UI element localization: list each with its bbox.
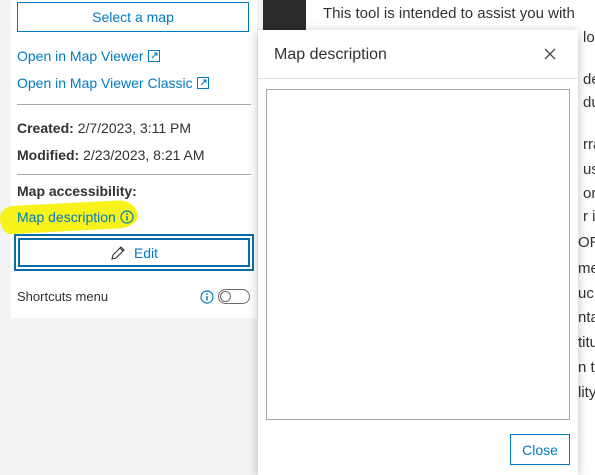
background-text-fragment: n t — [578, 359, 595, 376]
created-label: Created: — [17, 120, 74, 136]
open-map-viewer-classic-label: Open in Map Viewer Classic — [17, 75, 193, 91]
background-text-fragment: me — [578, 260, 595, 277]
info-icon[interactable] — [200, 290, 214, 304]
created-row: Created: 2/7/2023, 3:11 PM — [17, 120, 191, 136]
map-description-link[interactable]: Map description — [17, 209, 134, 225]
map-description-label: Map description — [17, 209, 116, 225]
background-text-fragment: lity — [578, 384, 595, 401]
toggle-knob — [220, 291, 231, 302]
close-button[interactable]: Close — [510, 434, 570, 465]
background-text-fragment: lo — [583, 29, 595, 46]
map-description-textarea[interactable] — [266, 89, 570, 420]
select-map-button[interactable]: Select a map — [17, 2, 249, 32]
background-text-fragment: de — [583, 71, 595, 88]
edit-button-focus-ring: Edit — [14, 234, 254, 271]
edit-button[interactable]: Edit — [18, 238, 250, 267]
external-link-icon — [196, 77, 209, 89]
background-text-fragment: or — [583, 185, 595, 202]
modified-value: 2/23/2023, 8:21 AM — [83, 147, 205, 163]
background-text-fragment: rra — [583, 136, 595, 153]
modal-header: Map description — [258, 30, 578, 79]
modified-row: Modified: 2/23/2023, 8:21 AM — [17, 147, 205, 163]
modified-label: Modified: — [17, 147, 80, 163]
divider — [17, 104, 251, 105]
edit-label: Edit — [133, 244, 159, 261]
open-map-viewer-link[interactable]: Open in Map Viewer — [17, 48, 160, 64]
dark-sidebar-strip — [263, 0, 306, 30]
background-text-fragment: us — [583, 161, 595, 178]
open-map-viewer-classic-link[interactable]: Open in Map Viewer Classic — [17, 75, 209, 91]
background-intro-text: This tool is intended to assist you with — [323, 5, 575, 22]
background-text-fragment: uc — [578, 285, 594, 302]
background-text-fragment: titu — [578, 334, 595, 351]
info-icon[interactable] — [120, 210, 134, 224]
background-text-fragment: du — [583, 94, 595, 111]
map-accessibility-heading: Map accessibility: — [17, 183, 137, 199]
pencil-icon — [111, 245, 125, 260]
modal-title: Map description — [274, 46, 387, 63]
divider — [17, 174, 251, 175]
close-icon[interactable] — [542, 46, 558, 62]
open-map-viewer-label: Open in Map Viewer — [17, 48, 144, 64]
external-link-icon — [147, 50, 160, 62]
background-text-fragment: nta — [578, 309, 595, 326]
shortcuts-menu-label: Shortcuts menu — [17, 289, 109, 304]
shortcuts-menu-toggle[interactable] — [218, 289, 250, 304]
map-description-modal: Map description Close — [258, 30, 578, 475]
background-text-fragment: r i — [583, 208, 595, 225]
background-text-fragment: OR — [578, 234, 595, 251]
created-value: 2/7/2023, 3:11 PM — [77, 120, 192, 136]
